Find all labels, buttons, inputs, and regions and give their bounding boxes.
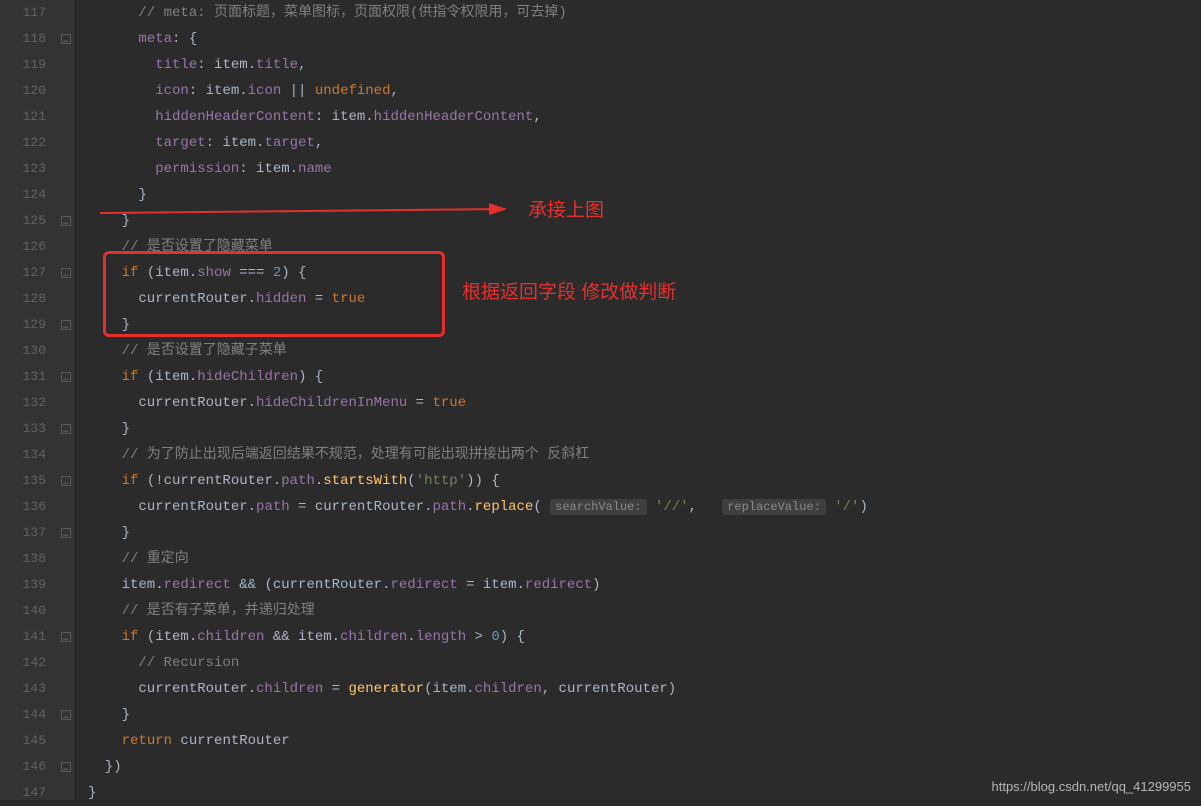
annotation-label-2: 根据返回字段 修改做判断	[462, 277, 676, 304]
code-line[interactable]: }	[88, 520, 1201, 546]
fold-toggle-icon[interactable]	[61, 632, 71, 642]
code-line[interactable]: meta: {	[88, 26, 1201, 52]
line-number: 147	[8, 780, 46, 806]
fold-toggle-icon[interactable]	[61, 372, 71, 382]
line-number: 117	[8, 0, 46, 26]
line-number: 139	[8, 572, 46, 598]
code-line[interactable]: // 为了防止出现后端返回结果不规范，处理有可能出现拼接出两个 反斜杠	[88, 442, 1201, 468]
fold-toggle-icon[interactable]	[61, 268, 71, 278]
fold-toggle-icon[interactable]	[61, 216, 71, 226]
code-line[interactable]: title: item.title,	[88, 52, 1201, 78]
line-number: 132	[8, 390, 46, 416]
line-number: 136	[8, 494, 46, 520]
code-line[interactable]: }	[88, 312, 1201, 338]
fold-toggle-icon[interactable]	[61, 762, 71, 772]
fold-toggle-icon[interactable]	[61, 476, 71, 486]
code-line[interactable]: permission: item.name	[88, 156, 1201, 182]
code-line[interactable]: hiddenHeaderContent: item.hiddenHeaderCo…	[88, 104, 1201, 130]
annotation-label-1: 承接上图	[528, 195, 604, 222]
line-number: 123	[8, 156, 46, 182]
line-number: 122	[8, 130, 46, 156]
fold-toggle-icon[interactable]	[61, 34, 71, 44]
code-line[interactable]: return currentRouter	[88, 728, 1201, 754]
line-number: 127	[8, 260, 46, 286]
code-line[interactable]: currentRouter.path = currentRouter.path.…	[88, 494, 1201, 520]
code-line[interactable]: }	[88, 182, 1201, 208]
line-number: 137	[8, 520, 46, 546]
code-line[interactable]: })	[88, 754, 1201, 780]
param-hint: replaceValue:	[722, 499, 826, 515]
line-number: 131	[8, 364, 46, 390]
line-number: 118	[8, 26, 46, 52]
fold-toggle-icon[interactable]	[61, 424, 71, 434]
line-number: 144	[8, 702, 46, 728]
code-line[interactable]: currentRouter.children = generator(item.…	[88, 676, 1201, 702]
fold-toggle-icon[interactable]	[61, 528, 71, 538]
line-number: 121	[8, 104, 46, 130]
code-line[interactable]: }	[88, 208, 1201, 234]
code-line[interactable]: // 重定向	[88, 546, 1201, 572]
fold-toggle-icon[interactable]	[61, 710, 71, 720]
fold-column[interactable]	[58, 0, 74, 800]
line-number: 135	[8, 468, 46, 494]
code-line[interactable]: if (item.children && item.children.lengt…	[88, 624, 1201, 650]
code-line[interactable]: // 是否设置了隐藏子菜单	[88, 338, 1201, 364]
param-hint: searchValue:	[550, 499, 646, 515]
code-editor[interactable]: 1171181191201211221231241251261271281291…	[0, 0, 1201, 800]
line-number: 146	[8, 754, 46, 780]
line-number: 130	[8, 338, 46, 364]
line-number: 138	[8, 546, 46, 572]
line-number: 125	[8, 208, 46, 234]
line-number: 133	[8, 416, 46, 442]
line-number: 129	[8, 312, 46, 338]
line-number: 119	[8, 52, 46, 78]
line-number: 128	[8, 286, 46, 312]
line-number: 126	[8, 234, 46, 260]
line-number: 140	[8, 598, 46, 624]
code-line[interactable]: currentRouter.hideChildrenInMenu = true	[88, 390, 1201, 416]
code-line[interactable]: // 是否设置了隐藏菜单	[88, 234, 1201, 260]
line-number: 142	[8, 650, 46, 676]
fold-toggle-icon[interactable]	[61, 320, 71, 330]
code-line[interactable]: }	[88, 416, 1201, 442]
code-line[interactable]: icon: item.icon || undefined,	[88, 78, 1201, 104]
code-line[interactable]: // meta: 页面标题，菜单图标，页面权限(供指令权限用，可去掉)	[88, 0, 1201, 26]
code-area[interactable]: // meta: 页面标题，菜单图标，页面权限(供指令权限用，可去掉) meta…	[74, 0, 1201, 800]
code-line[interactable]: // Recursion	[88, 650, 1201, 676]
code-line[interactable]: item.redirect && (currentRouter.redirect…	[88, 572, 1201, 598]
line-number: 124	[8, 182, 46, 208]
code-line[interactable]: // 是否有子菜单，并递归处理	[88, 598, 1201, 624]
line-number: 143	[8, 676, 46, 702]
code-line[interactable]: target: item.target,	[88, 130, 1201, 156]
watermark: https://blog.csdn.net/qq_41299955	[992, 779, 1192, 794]
code-line[interactable]: if (item.hideChildren) {	[88, 364, 1201, 390]
line-number: 120	[8, 78, 46, 104]
line-number: 145	[8, 728, 46, 754]
line-number: 134	[8, 442, 46, 468]
line-number-gutter: 1171181191201211221231241251261271281291…	[0, 0, 58, 800]
line-number: 141	[8, 624, 46, 650]
code-line[interactable]: }	[88, 702, 1201, 728]
code-line[interactable]: if (!currentRouter.path.startsWith('http…	[88, 468, 1201, 494]
